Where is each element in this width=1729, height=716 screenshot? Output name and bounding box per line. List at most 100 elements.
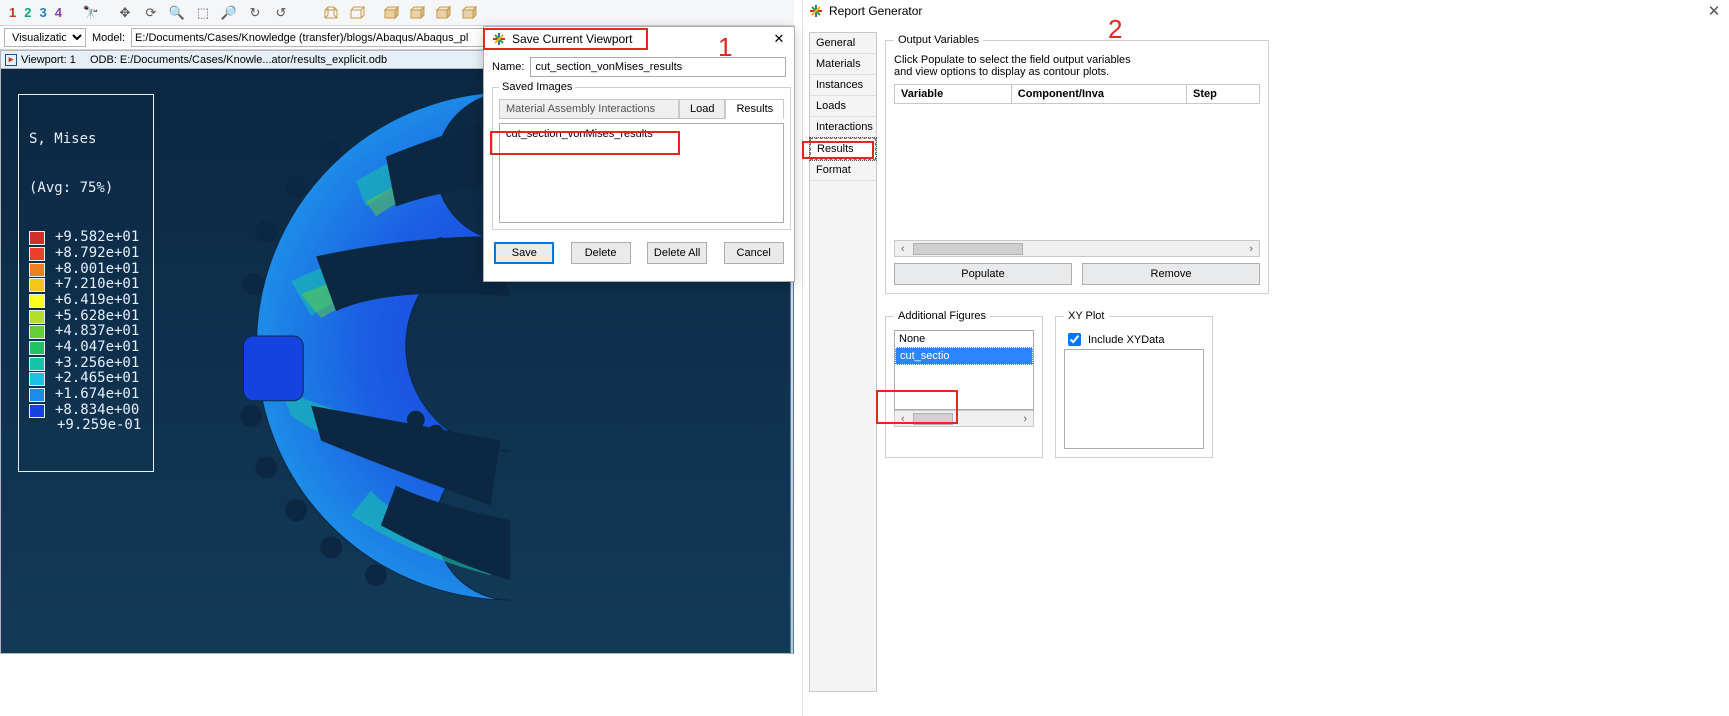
tab-interactions[interactable]: Interactions (810, 117, 876, 138)
legend-swatch (29, 263, 45, 277)
coord-num-4[interactable]: 4 (55, 5, 62, 20)
legend-row: +1.674e+01 (29, 387, 141, 403)
tab-results[interactable]: Results (810, 138, 876, 160)
legend-row: +2.465e+01 (29, 371, 141, 387)
dialog-title[interactable]: Save Current Viewport ✕ (484, 27, 794, 51)
shade3-icon[interactable] (431, 3, 455, 23)
populate-button[interactable]: Populate (894, 263, 1072, 285)
stress-legend: S, Mises (Avg: 75%) +9.582e+01+8.792e+01… (18, 94, 154, 472)
scroll-thumb[interactable] (913, 413, 953, 425)
coord-num-2[interactable]: 2 (24, 5, 31, 20)
cycle-views-icon[interactable]: ↻ (243, 3, 267, 23)
legend-value: +7.210e+01 (55, 277, 139, 293)
legend-row: +4.837e+01 (29, 324, 141, 340)
legend-value: +9.259e-01 (57, 418, 141, 434)
scroll-right-icon[interactable]: › (1017, 413, 1033, 425)
scroll-left-icon[interactable]: ‹ (895, 413, 911, 425)
close-button[interactable]: ✕ (1705, 3, 1723, 19)
viewport-name-input[interactable] (530, 57, 786, 77)
binoculars-icon[interactable]: 🔭 (79, 3, 103, 23)
output-variables-hint: Click Populate to select the field outpu… (894, 54, 1144, 78)
af-hscroll[interactable]: ‹ › (894, 410, 1034, 427)
legend-value: +1.674e+01 (55, 387, 139, 403)
output-variables-group: Output Variables Click Populate to selec… (885, 34, 1269, 294)
zoom-icon[interactable]: 🔍 (165, 3, 189, 23)
fea-contour (211, 87, 511, 605)
th-variable[interactable]: Variable (895, 85, 1012, 104)
legend-value: +6.419e+01 (55, 293, 139, 309)
rotate-icon[interactable]: ⟳ (139, 3, 163, 23)
legend-swatch (29, 310, 45, 324)
legend-swatch (29, 404, 45, 418)
legend-swatch (29, 294, 45, 308)
list-item[interactable]: cut_section_vonMises_results (502, 126, 781, 142)
legend-row: +7.210e+01 (29, 277, 141, 293)
af-item-cutsection[interactable]: cut_sectio (895, 347, 1033, 365)
legend-swatch (29, 278, 45, 292)
wireframe2-icon[interactable] (345, 3, 369, 23)
remove-button[interactable]: Remove (1082, 263, 1260, 285)
legend-row: +8.834e+00 (29, 403, 141, 419)
scroll-right-icon[interactable]: › (1243, 243, 1259, 255)
scroll-left-icon[interactable]: ‹ (895, 243, 911, 255)
tab-materials[interactable]: Materials (810, 54, 876, 75)
shade1-icon[interactable] (379, 3, 403, 23)
coord-num-1[interactable]: 1 (9, 5, 16, 20)
cancel-button[interactable]: Cancel (724, 242, 784, 264)
legend-value: +3.256e+01 (55, 356, 139, 372)
include-xydata-checkbox[interactable]: Include XYData (1064, 330, 1204, 349)
xy-plot-list[interactable] (1064, 349, 1204, 449)
legend-avg: (Avg: 75%) (29, 181, 141, 197)
abaqus-logo-icon (492, 32, 506, 46)
saved-images-list[interactable]: cut_section_vonMises_results (499, 123, 784, 223)
save-viewport-dialog: Save Current Viewport ✕ Name: Saved Imag… (483, 26, 795, 282)
report-generator-panel: Report Generator ✕ General Materials Ins… (802, 0, 1729, 716)
tab-format[interactable]: Format (810, 160, 876, 181)
report-generator-title[interactable]: Report Generator ✕ (803, 0, 1729, 22)
scroll-thumb[interactable] (913, 243, 1023, 255)
legend-value: +4.047e+01 (55, 340, 139, 356)
af-item-none[interactable]: None (895, 331, 1033, 347)
zoom-fit-icon[interactable]: ⬚ (191, 3, 215, 23)
legend-swatch (29, 325, 45, 339)
th-component[interactable]: Component/Inva (1011, 85, 1186, 104)
tabs-obscured[interactable]: Material Assembly Interactions (499, 99, 679, 118)
tab-loads[interactable]: Loads (810, 96, 876, 117)
cycle-back-icon[interactable]: ↺ (269, 3, 293, 23)
zoom-window-icon[interactable]: 🔎 (217, 3, 241, 23)
th-step[interactable]: Step (1186, 85, 1259, 104)
viewport-odb-path: ODB: E:/Documents/Cases/Knowle...ator/re… (90, 54, 387, 66)
close-button[interactable]: ✕ (770, 31, 788, 47)
save-button[interactable]: Save (494, 242, 554, 264)
additional-figures-list[interactable]: None cut_sectio (894, 330, 1034, 410)
tab-general[interactable]: General (810, 33, 876, 54)
legend-swatch (29, 247, 45, 261)
output-variables-legend: Output Variables (894, 34, 983, 46)
viewport-icon: ▸ (5, 54, 17, 66)
xy-plot-legend: XY Plot (1064, 310, 1109, 322)
additional-figures-group: Additional Figures None cut_sectio ‹ › (885, 310, 1043, 458)
saved-images-tabs: Material Assembly Interactions Load Resu… (499, 99, 784, 119)
coord-num-3[interactable]: 3 (39, 5, 46, 20)
tab-results[interactable]: Results (725, 99, 784, 119)
tab-load[interactable]: Load (679, 99, 725, 118)
annotation-label-1: 1 (718, 32, 732, 63)
legend-swatch (29, 341, 45, 355)
table-hscroll[interactable]: ‹ › (894, 240, 1260, 257)
pan-icon[interactable]: ✥ (113, 3, 137, 23)
model-label: Model: (92, 32, 125, 44)
delete-button[interactable]: Delete (571, 242, 631, 264)
wireframe1-icon[interactable] (319, 3, 343, 23)
tab-instances[interactable]: Instances (810, 75, 876, 96)
variables-table-scroll[interactable]: Variable Component/Inva Step (894, 84, 1260, 234)
legend-row: +4.047e+01 (29, 340, 141, 356)
legend-title: S, Mises (29, 132, 141, 148)
legend-row: +3.256e+01 (29, 356, 141, 372)
module-dropdown[interactable]: Visualization (4, 28, 86, 47)
shade4-icon[interactable] (457, 3, 481, 23)
shade2-icon[interactable] (405, 3, 429, 23)
include-xydata-input[interactable] (1068, 333, 1081, 346)
viewport-number: Viewport: 1 (21, 54, 76, 66)
legend-row: +8.792e+01 (29, 246, 141, 262)
delete-all-button[interactable]: Delete All (647, 242, 707, 264)
